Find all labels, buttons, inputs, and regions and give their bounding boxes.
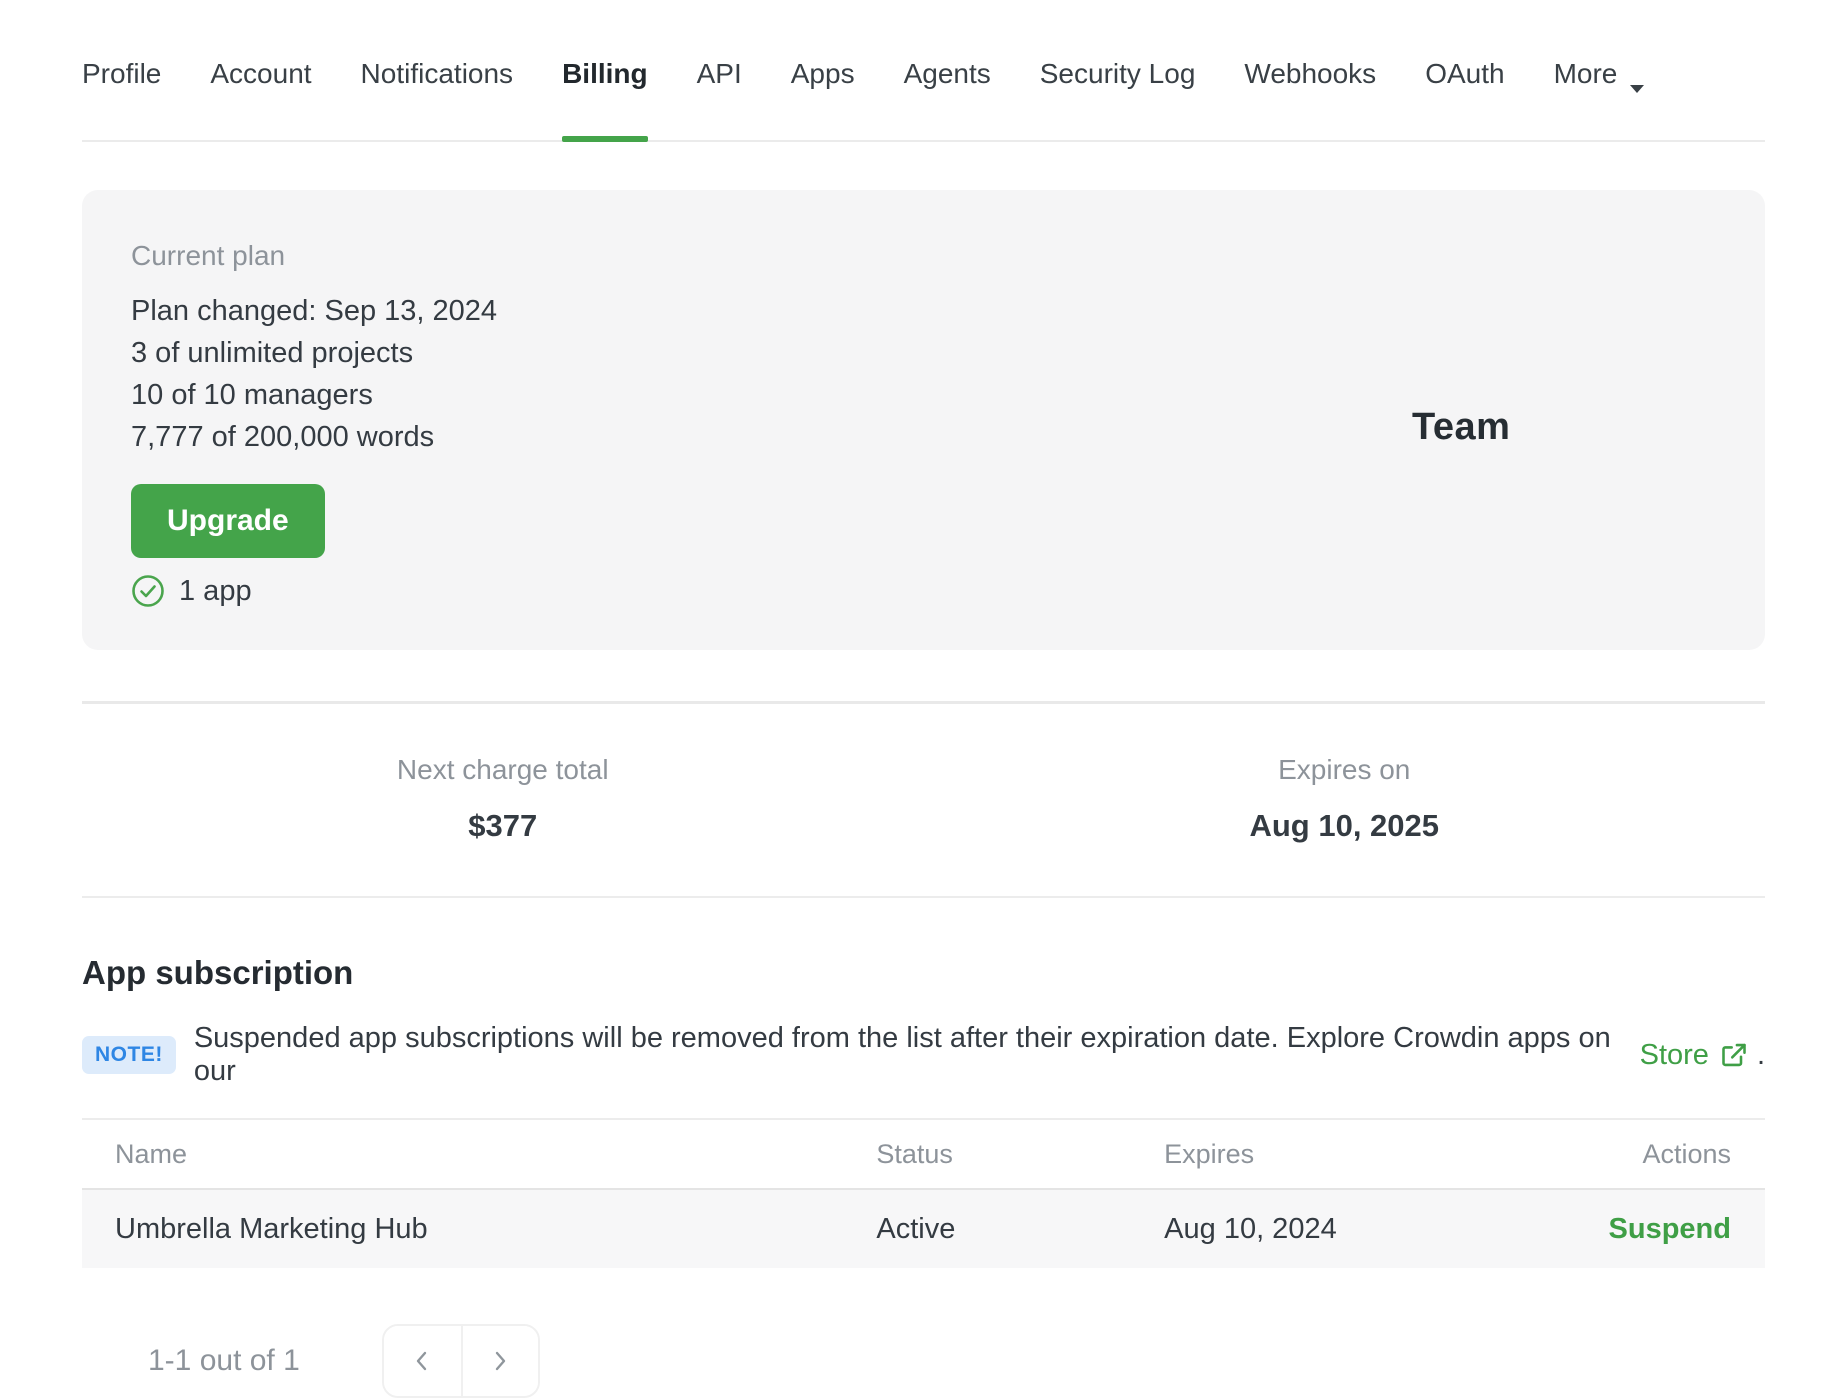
plan-projects-usage: 3 of unlimited projects — [131, 337, 414, 369]
app-subscription-table: Name Status Expires Actions Umbrella Mar… — [82, 1118, 1765, 1268]
billing-summary: Next charge total $377 Expires on Aug 10… — [82, 704, 1765, 896]
tab-agents[interactable]: Agents — [904, 58, 991, 140]
external-link-icon — [1720, 1041, 1748, 1069]
expires-on-block: Expires on Aug 10, 2025 — [924, 754, 1766, 844]
column-header-name: Name — [115, 1138, 188, 1169]
plan-words-usage: 7,777 of 200,000 words — [131, 421, 435, 453]
next-charge-value: $377 — [468, 808, 538, 843]
pagination: 1-1 out of 1 — [82, 1324, 1765, 1398]
settings-tab-bar: Profile Account Notifications Billing AP… — [82, 0, 1765, 142]
upgrade-button[interactable]: Upgrade — [131, 484, 325, 558]
section-divider — [82, 896, 1765, 898]
expires-on-label: Expires on — [1278, 754, 1411, 785]
column-header-status: Status — [876, 1138, 953, 1169]
note-text: Suspended app subscriptions will be remo… — [193, 1022, 1765, 1087]
note-badge: NOTE! — [82, 1036, 176, 1074]
tab-oauth[interactable]: OAuth — [1425, 58, 1504, 140]
check-circle-icon — [131, 574, 165, 608]
pager-button-group — [381, 1324, 540, 1398]
suspend-link[interactable]: Suspend — [1609, 1213, 1731, 1245]
plan-managers-usage: 10 of 10 managers — [131, 379, 373, 411]
cell-expires: Aug 10, 2024 — [1164, 1212, 1337, 1245]
tab-apps[interactable]: Apps — [791, 58, 855, 140]
column-header-actions: Actions — [1642, 1138, 1731, 1169]
cell-app-name: Umbrella Marketing Hub — [115, 1212, 428, 1245]
apps-count-label: 1 app — [179, 574, 252, 607]
tab-api[interactable]: API — [697, 58, 742, 140]
note-row: NOTE! Suspended app subscriptions will b… — [82, 1022, 1765, 1088]
expires-on-value: Aug 10, 2025 — [1249, 808, 1440, 843]
column-header-expires: Expires — [1164, 1138, 1255, 1169]
current-plan-label: Current plan — [131, 240, 286, 271]
tab-notifications[interactable]: Notifications — [361, 58, 514, 140]
plan-changed-date: Plan changed: Sep 13, 2024 — [131, 295, 498, 327]
chevron-right-icon — [488, 1349, 512, 1373]
tab-profile[interactable]: Profile — [82, 58, 161, 140]
tab-security-log[interactable]: Security Log — [1040, 58, 1196, 140]
chevron-left-icon — [410, 1349, 434, 1373]
tab-more[interactable]: More — [1554, 58, 1646, 140]
tab-webhooks[interactable]: Webhooks — [1244, 58, 1376, 140]
table-row: Umbrella Marketing Hub Active Aug 10, 20… — [82, 1189, 1765, 1268]
current-plan-card: Current plan Plan changed: Sep 13, 2024 … — [82, 190, 1765, 650]
store-link[interactable]: Store — [1640, 1039, 1709, 1072]
previous-page-button[interactable] — [383, 1326, 461, 1396]
table-header-row: Name Status Expires Actions — [82, 1119, 1765, 1189]
cell-status: Active — [876, 1212, 956, 1245]
next-charge-block: Next charge total $377 — [82, 754, 924, 844]
caret-down-icon — [1629, 69, 1645, 93]
billing-settings-page: Profile Account Notifications Billing AP… — [0, 0, 1847, 1398]
next-charge-label: Next charge total — [396, 754, 609, 785]
tab-account[interactable]: Account — [210, 58, 311, 140]
app-subscription-title: App subscription — [82, 954, 354, 991]
tab-billing[interactable]: Billing — [562, 58, 648, 142]
plan-name: Team — [1412, 406, 1511, 448]
next-page-button[interactable] — [460, 1326, 538, 1396]
pagination-summary: 1-1 out of 1 — [148, 1344, 300, 1377]
apps-included-row: 1 app — [131, 574, 1765, 608]
